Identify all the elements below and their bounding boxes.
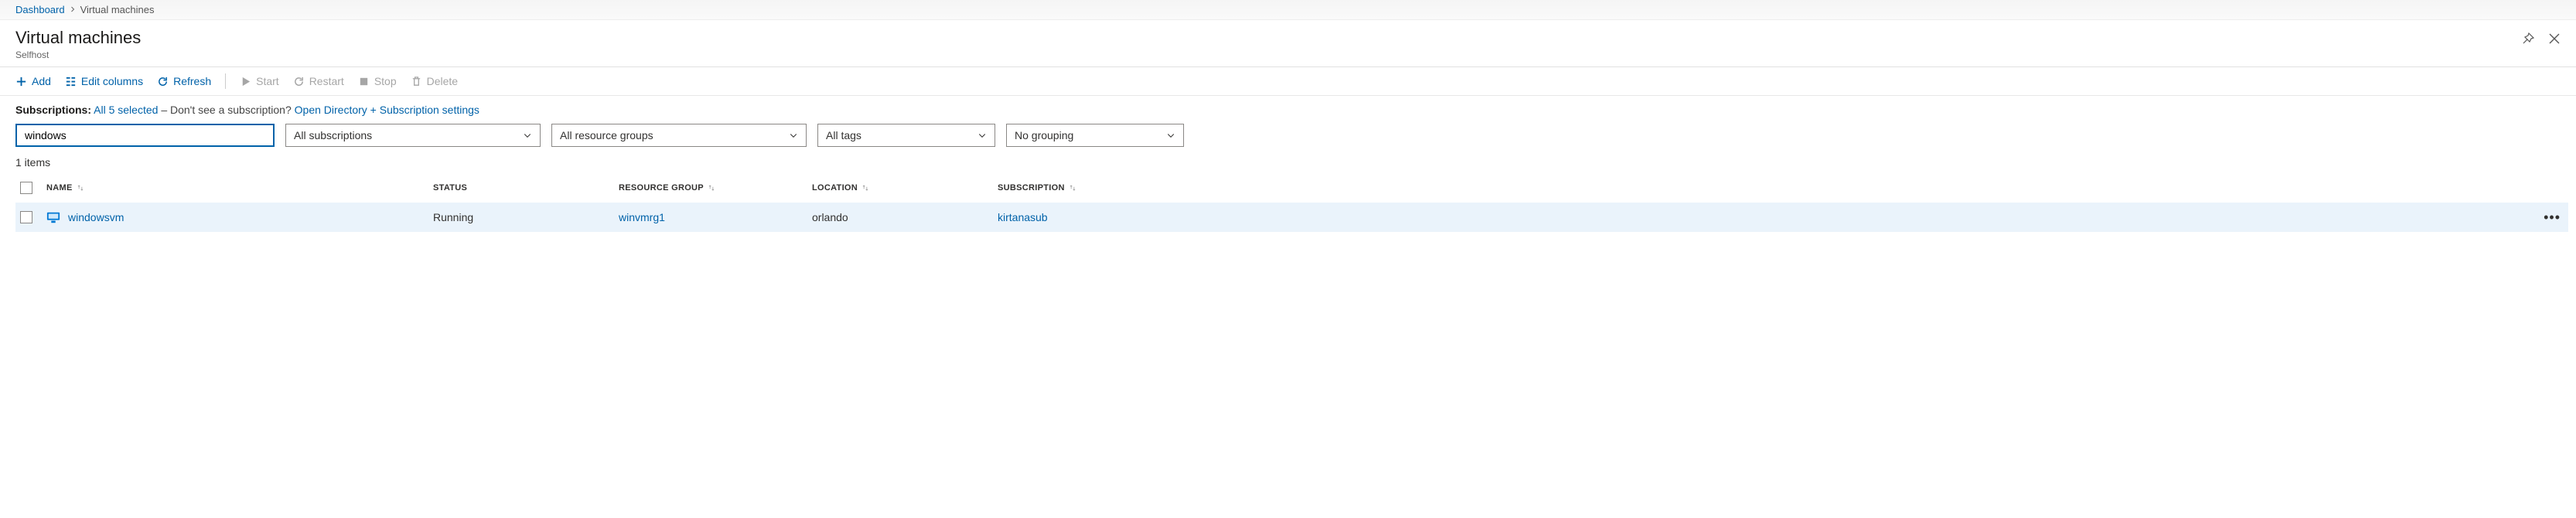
close-icon[interactable] (2548, 32, 2561, 45)
edit-columns-button[interactable]: Edit columns (65, 75, 143, 87)
play-icon (240, 76, 251, 87)
filter-grouping-value: No grouping (1015, 129, 1073, 141)
column-header-resource-group[interactable]: Resource group (619, 183, 812, 193)
filter-resource-groups-select[interactable]: All resource groups (551, 124, 807, 147)
delete-label: Delete (427, 75, 458, 87)
add-label: Add (32, 75, 51, 87)
filter-resource-groups-value: All resource groups (560, 129, 653, 141)
chevron-down-icon (978, 131, 987, 140)
breadcrumb-current: Virtual machines (80, 4, 155, 15)
column-header-subscription-label: Subscription (998, 183, 1065, 193)
toolbar-separator (225, 73, 226, 89)
trash-icon (411, 76, 422, 87)
start-button[interactable]: Start (240, 75, 279, 87)
chevron-down-icon (523, 131, 532, 140)
column-header-rg-label: Resource group (619, 183, 704, 193)
stop-label: Stop (374, 75, 397, 87)
filters-row: All subscriptions All resource groups Al… (0, 121, 2576, 153)
columns-icon (65, 76, 77, 87)
restart-icon (293, 76, 305, 87)
select-all-checkbox[interactable] (20, 182, 32, 194)
refresh-button[interactable]: Refresh (157, 75, 211, 87)
grid-header-row: Name Status Resource group Location Subs… (15, 173, 2568, 203)
stop-button[interactable]: Stop (358, 75, 397, 87)
refresh-label: Refresh (173, 75, 211, 87)
start-label: Start (256, 75, 279, 87)
refresh-icon (157, 76, 169, 87)
stop-icon (358, 76, 370, 87)
subscriptions-hint: – Don't see a subscription? (161, 104, 291, 116)
table-row[interactable]: windowsvm Running winvmrg1 orlando kirta… (15, 203, 2568, 232)
row-resource-group-link[interactable]: winvmrg1 (619, 211, 812, 223)
sort-icon (77, 184, 84, 192)
row-subscription-link[interactable]: kirtanasub (998, 211, 2530, 223)
column-header-location[interactable]: Location (812, 183, 998, 193)
breadcrumb-root-link[interactable]: Dashboard (15, 4, 65, 15)
pin-icon[interactable] (2522, 32, 2534, 45)
chevron-down-icon (789, 131, 798, 140)
column-header-status[interactable]: Status (433, 183, 619, 193)
filter-tags-select[interactable]: All tags (817, 124, 995, 147)
results-grid: Name Status Resource group Location Subs… (0, 173, 2576, 240)
row-location: orlando (812, 211, 998, 223)
breadcrumb: Dashboard Virtual machines (0, 0, 2576, 20)
page-title: Virtual machines (15, 28, 141, 48)
add-button[interactable]: Add (15, 75, 51, 87)
subscriptions-label: Subscriptions: (15, 104, 91, 116)
restart-button[interactable]: Restart (293, 75, 344, 87)
page-header: Virtual machines Selfhost (0, 20, 2576, 67)
row-name-link[interactable]: windowsvm (68, 211, 124, 223)
filter-grouping-select[interactable]: No grouping (1006, 124, 1184, 147)
delete-button[interactable]: Delete (411, 75, 458, 87)
filter-subscriptions-select[interactable]: All subscriptions (285, 124, 541, 147)
toolbar: Add Edit columns Refresh Start Restart S… (0, 67, 2576, 96)
column-header-status-label: Status (433, 183, 467, 193)
filter-subscriptions-value: All subscriptions (294, 129, 372, 141)
sort-icon (862, 184, 869, 192)
page-subtitle: Selfhost (15, 49, 141, 60)
column-header-subscription[interactable]: Subscription (998, 183, 2530, 193)
filter-search-wrapper (15, 124, 275, 147)
filter-search-input[interactable] (25, 129, 265, 141)
column-header-name-label: Name (46, 183, 73, 193)
restart-label: Restart (309, 75, 344, 87)
chevron-right-icon (70, 5, 76, 15)
plus-icon (15, 76, 27, 87)
column-header-location-label: Location (812, 183, 858, 193)
subscriptions-settings-link[interactable]: Open Directory + Subscription settings (295, 104, 479, 116)
subscriptions-selected-link[interactable]: All 5 selected (94, 104, 158, 116)
filter-tags-value: All tags (826, 129, 862, 141)
edit-columns-label: Edit columns (81, 75, 143, 87)
column-header-name[interactable]: Name (46, 183, 433, 193)
row-checkbox[interactable] (20, 211, 32, 223)
sort-icon (1069, 184, 1076, 192)
sort-icon (708, 184, 715, 192)
subscriptions-info: Subscriptions: All 5 selected – Don't se… (0, 96, 2576, 121)
chevron-down-icon (1166, 131, 1175, 140)
items-count: 1 items (0, 153, 2576, 173)
vm-icon (46, 210, 60, 224)
row-status: Running (433, 211, 619, 223)
more-actions-icon[interactable]: ••• (2544, 210, 2561, 226)
